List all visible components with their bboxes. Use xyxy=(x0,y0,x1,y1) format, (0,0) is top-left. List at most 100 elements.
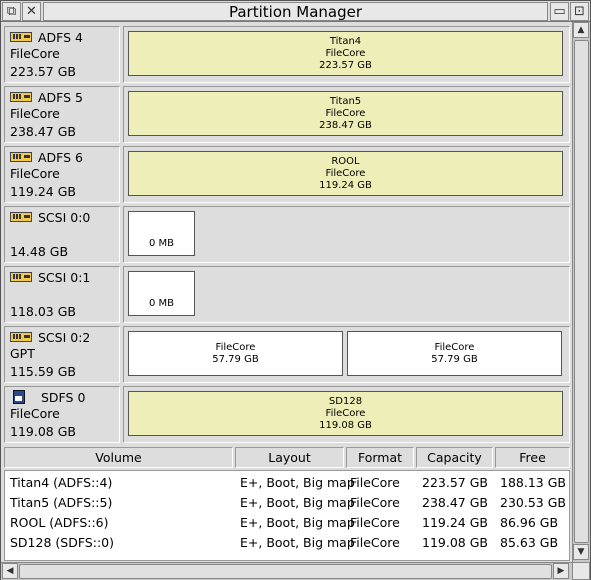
partition-label: 223.57 GB xyxy=(319,59,372,71)
partition-map: ROOL FileCore 119.24 GB xyxy=(123,146,570,203)
partition-label: FileCore xyxy=(325,167,366,179)
drive-name: SCSI 0:1 xyxy=(38,269,91,285)
resize-handle-icon[interactable] xyxy=(572,562,590,580)
drive-name-line: SCSI 0:0 xyxy=(10,209,119,225)
cell-capacity: 238.47 GB xyxy=(422,495,488,510)
column-header-free[interactable]: Free xyxy=(495,447,570,468)
drive-row[interactable]: ADFS 5 FileCore 238.47 GB Titan5 FileCore 238… xyxy=(4,86,570,143)
partition-block[interactable]: Titan5 FileCore 238.47 GB xyxy=(128,91,563,136)
drive-size: 115.59 GB xyxy=(10,364,76,379)
column-header-capacity[interactable]: Capacity xyxy=(416,447,493,468)
partition-block[interactable]: 0 MB xyxy=(128,271,195,316)
drive-row[interactable]: SCSI 0:2 GPT 115.59 GB FileCore 57.79 GB File… xyxy=(4,326,570,383)
cell-volume: SD128 (SDFS::0) xyxy=(10,535,114,550)
cell-layout: E+, Boot, Big map xyxy=(240,495,355,510)
partition-block[interactable]: ROOL FileCore 119.24 GB xyxy=(128,151,563,196)
horizontal-scrollbar[interactable]: ◀ ▶ xyxy=(1,562,572,580)
scroll-left-arrow-icon[interactable]: ◀ xyxy=(2,563,18,579)
drive-size: 118.03 GB xyxy=(10,304,76,319)
drive-name-line: SDFS 0 xyxy=(10,389,119,405)
cell-volume: Titan5 (ADFS::5) xyxy=(10,495,113,510)
partition-label: 119.08 GB xyxy=(319,419,372,431)
cell-capacity: 119.24 GB xyxy=(422,515,488,530)
drive-info[interactable]: ADFS 6 FileCore 119.24 GB xyxy=(4,146,120,203)
scroll-right-arrow-icon[interactable]: ▶ xyxy=(553,563,569,579)
cell-free: 86.96 GB xyxy=(500,515,559,530)
drive-size: 238.47 GB xyxy=(10,124,76,139)
drive-scheme xyxy=(10,225,119,243)
column-header-volume[interactable]: Volume xyxy=(4,447,233,468)
partition-block[interactable]: 0 MB xyxy=(128,211,195,256)
drive-name: ADFS 5 xyxy=(38,89,84,105)
drive-scheme: FileCore xyxy=(10,406,60,421)
column-header-layout[interactable]: Layout xyxy=(235,447,344,468)
scroll-up-arrow-icon[interactable]: ▲ xyxy=(573,22,589,38)
drive-name: SCSI 0:0 xyxy=(38,209,91,225)
drive-info[interactable]: ADFS 4 FileCore 223.57 GB xyxy=(4,26,120,83)
partition-label: ROOL xyxy=(331,155,360,167)
table-row[interactable]: SD128 (SDFS::0) E+, Boot, Big map FileCore… xyxy=(5,533,569,553)
drive-info[interactable]: SDFS 0 FileCore 119.08 GB xyxy=(4,386,120,443)
partition-block[interactable]: FileCore 57.79 GB xyxy=(347,331,562,376)
drive-info[interactable]: ADFS 5 FileCore 238.47 GB xyxy=(4,86,120,143)
drive-row[interactable]: SCSI 0:1 118.03 GB 0 MB xyxy=(4,266,570,323)
cell-capacity: 119.08 GB xyxy=(422,535,488,550)
cell-format: FileCore xyxy=(350,495,400,510)
partition-map: FileCore 57.79 GB FileCore 57.79 GB xyxy=(123,326,570,383)
cell-format: FileCore xyxy=(350,515,400,530)
drive-scheme: FileCore xyxy=(10,166,60,181)
partition-map: Titan4 FileCore 223.57 GB xyxy=(123,26,570,83)
partition-map: 0 MB xyxy=(123,266,570,323)
back-icon[interactable]: ⧉ xyxy=(2,2,21,21)
partition-label: 119.24 GB xyxy=(319,179,372,191)
close-icon[interactable]: ✕ xyxy=(22,2,41,21)
drive-name-line: SCSI 0:2 xyxy=(10,329,119,345)
iconise-icon[interactable]: ▭ xyxy=(550,2,569,21)
window-title[interactable]: Partition Manager xyxy=(43,2,548,21)
vertical-scroll-thumb[interactable] xyxy=(574,40,589,543)
volume-table: Titan4 (ADFS::4) E+, Boot, Big map FileCor… xyxy=(4,470,570,561)
drive-scheme: FileCore xyxy=(10,106,60,121)
drive-info[interactable]: SCSI 0:0 14.48 GB xyxy=(4,206,120,263)
vertical-scrollbar[interactable]: ▲ ▼ xyxy=(572,22,590,562)
horizontal-scroll-thumb[interactable] xyxy=(19,564,552,579)
partition-label: SD128 xyxy=(328,395,363,407)
drive-scheme: GPT xyxy=(10,346,35,361)
drive-row[interactable]: ADFS 4 FileCore 223.57 GB Titan4 FileCore 223… xyxy=(4,26,570,83)
drive-info[interactable]: SCSI 0:2 GPT 115.59 GB xyxy=(4,326,120,383)
scroll-down-arrow-icon[interactable]: ▼ xyxy=(573,544,589,560)
drive-name: SCSI 0:2 xyxy=(38,329,91,345)
drive-size: 119.08 GB xyxy=(10,424,76,439)
partition-block[interactable]: FileCore 57.79 GB xyxy=(128,331,343,376)
toggle-size-icon[interactable]: ⊡ xyxy=(570,2,589,21)
table-row[interactable]: Titan4 (ADFS::4) E+, Boot, Big map FileCor… xyxy=(5,473,569,493)
column-header-format[interactable]: Format xyxy=(346,447,414,468)
cell-volume: ROOL (ADFS::6) xyxy=(10,515,109,530)
hard-disc-icon xyxy=(10,272,32,282)
drive-row[interactable]: SCSI 0:0 14.48 GB 0 MB xyxy=(4,206,570,263)
partition-label: Titan4 xyxy=(329,35,362,47)
cell-format: FileCore xyxy=(350,475,400,490)
cell-capacity: 223.57 GB xyxy=(422,475,488,490)
table-row[interactable]: ROOL (ADFS::6) E+, Boot, Big map FileCore 1… xyxy=(5,513,569,533)
drive-row[interactable]: ADFS 6 FileCore 119.24 GB ROOL FileCore 119.2… xyxy=(4,146,570,203)
volume-table-header: Volume Layout Format Capacity Free xyxy=(4,447,570,468)
partition-label: FileCore xyxy=(325,107,366,119)
drive-row[interactable]: SDFS 0 FileCore 119.08 GB SD128 FileCore 119.… xyxy=(4,386,570,443)
partition-block[interactable]: SD128 FileCore 119.08 GB xyxy=(128,391,563,436)
drive-name: SDFS 0 xyxy=(41,389,86,405)
title-bar[interactable]: ⧉ ✕ Partition Manager ▭ ⊡ xyxy=(1,1,590,22)
hard-disc-icon xyxy=(10,152,32,162)
partition-label: 0 MB xyxy=(148,238,175,249)
drive-scheme: FileCore xyxy=(10,46,60,61)
drive-info[interactable]: SCSI 0:1 118.03 GB xyxy=(4,266,120,323)
drive-name: ADFS 6 xyxy=(38,149,84,165)
partition-label: 57.79 GB xyxy=(212,353,259,365)
table-row[interactable]: Titan5 (ADFS::5) E+, Boot, Big map FileCor… xyxy=(5,493,569,513)
hard-disc-icon xyxy=(10,332,32,342)
drive-name: ADFS 4 xyxy=(38,29,84,45)
partition-block[interactable]: Titan4 FileCore 223.57 GB xyxy=(128,31,563,76)
partition-label: 238.47 GB xyxy=(319,119,372,131)
drive-name-line: ADFS 6 xyxy=(10,149,119,165)
partition-label: 0 MB xyxy=(148,298,175,309)
